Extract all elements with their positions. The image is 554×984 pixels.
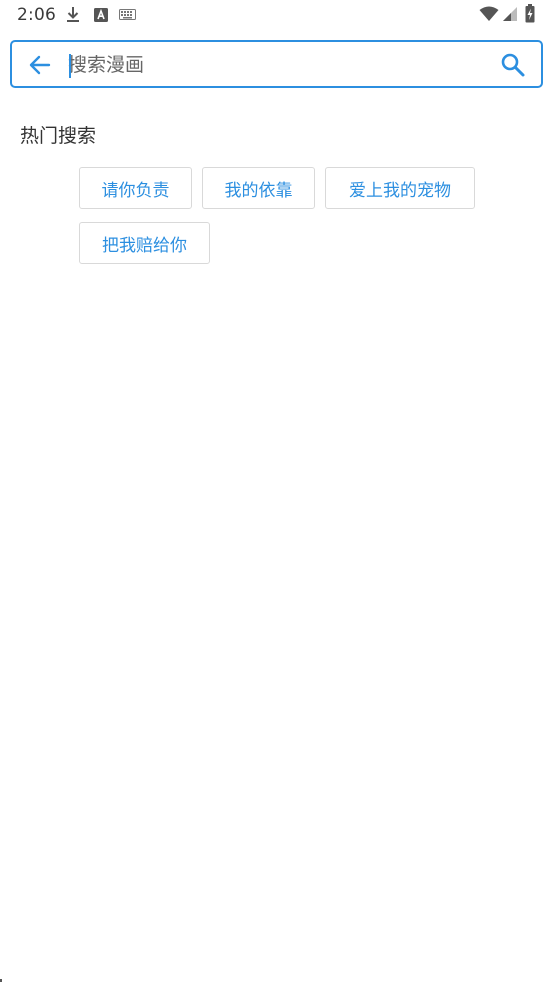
- wifi-icon: [479, 6, 499, 21]
- hot-tag-item[interactable]: 我的依靠: [202, 167, 315, 209]
- download-icon: [67, 7, 79, 22]
- search-icon[interactable]: [500, 52, 526, 78]
- hot-search-title: 热门搜索: [20, 125, 97, 147]
- back-arrow-icon[interactable]: [27, 52, 53, 78]
- edge-mark: [0, 979, 2, 982]
- status-bar: 2:06: [0, 0, 554, 30]
- text-caret: [69, 54, 71, 78]
- search-input[interactable]: [68, 48, 488, 82]
- a-notification-icon: [94, 8, 108, 22]
- hot-tag-item[interactable]: 爱上我的宠物: [325, 167, 475, 209]
- hot-tag-item[interactable]: 请你负责: [79, 167, 192, 209]
- signal-icon: [503, 7, 517, 21]
- hot-tag-item[interactable]: 把我赔给你: [79, 222, 210, 264]
- status-time: 2:06: [17, 5, 56, 25]
- keyboard-icon: [119, 9, 136, 20]
- search-bar: [10, 40, 543, 88]
- battery-charging-icon: [525, 4, 535, 23]
